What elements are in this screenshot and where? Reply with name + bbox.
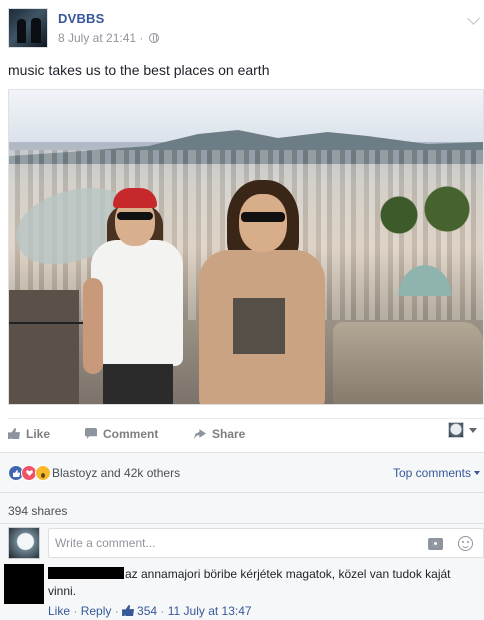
comment-like-link[interactable]: Like <box>48 604 70 618</box>
comment-actions: Like · Reply · 354 · 11 July at 13:47 <box>48 604 252 618</box>
share-label: Share <box>212 427 246 441</box>
post-photo[interactable] <box>8 89 484 405</box>
shares-count[interactable]: 394 shares <box>8 504 67 518</box>
comment-button[interactable]: Comment <box>85 427 158 441</box>
comment-likes[interactable]: 354 <box>122 604 157 618</box>
globe-icon <box>148 33 159 43</box>
photo-wall-right <box>333 322 483 404</box>
comment-label: Comment <box>103 427 159 441</box>
wow-reaction-icon <box>35 465 51 481</box>
caret-down-icon[interactable] <box>469 428 477 433</box>
photo-railing <box>9 322 89 404</box>
like-label: Like <box>26 427 51 441</box>
photo-dome <box>394 260 456 296</box>
photo-person-left <box>83 188 193 404</box>
post-author[interactable]: DVBBS <box>58 11 105 26</box>
post-as-avatar[interactable] <box>448 422 464 438</box>
reactions-summary[interactable]: Blastoyz and 42k others <box>52 466 180 480</box>
comment-composer[interactable] <box>48 528 484 558</box>
share-button[interactable]: Share <box>194 427 245 441</box>
thumbs-up-icon <box>8 428 20 439</box>
comments-section: Blastoyz and 42k others Top comments 394… <box>0 452 484 620</box>
camera-icon[interactable] <box>428 538 443 550</box>
top-comments-dropdown[interactable]: Top comments <box>393 466 480 480</box>
photo-trees <box>363 185 483 245</box>
divider <box>0 523 484 524</box>
comment-timestamp[interactable]: 11 July at 13:47 <box>168 604 252 618</box>
comment-body: az annamajori böribe kérjétek magatok, k… <box>48 566 468 600</box>
chevron-down-icon[interactable] <box>467 12 480 25</box>
viewer-avatar <box>8 527 40 559</box>
like-button[interactable]: Like <box>8 427 50 441</box>
commenter-avatar[interactable] <box>4 564 44 604</box>
redacted-name <box>48 567 124 579</box>
photo-person-right <box>199 180 327 404</box>
post-timestamp[interactable]: 8 July at 21:41 <box>58 31 136 45</box>
divider <box>0 492 484 493</box>
comment-likes-count: 354 <box>137 604 158 618</box>
page-avatar[interactable] <box>8 8 48 48</box>
comment-item: az annamajori böribe kérjétek magatok, k… <box>0 561 484 620</box>
post-actions-bar: Like Comment Share <box>8 418 484 448</box>
emoji-icon[interactable] <box>458 536 473 551</box>
meta-separator: · <box>136 31 147 45</box>
post-meta: 8 July at 21:41 · <box>58 31 159 45</box>
post-text: music takes us to the best places on ear… <box>8 62 270 78</box>
speech-bubble-icon <box>85 428 97 439</box>
share-arrow-icon <box>194 429 206 439</box>
comment-input[interactable] <box>55 536 415 550</box>
thumbs-up-icon <box>122 605 135 616</box>
comment-reply-link[interactable]: Reply <box>81 604 112 618</box>
post-header: DVBBS 8 July at 21:41 · <box>8 8 480 52</box>
